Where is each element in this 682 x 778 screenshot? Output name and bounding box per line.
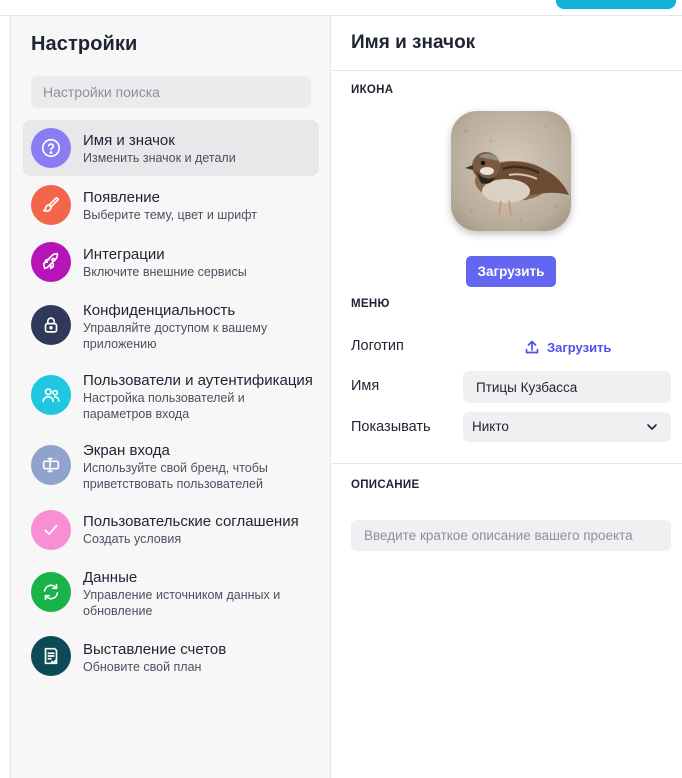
sidebar-item-description: Управление источником данных и обновлени… (83, 588, 281, 618)
sidebar-item-appearance[interactable]: Появление Выберите тему, цвет и шрифт (23, 180, 319, 230)
visibility-select-value: Никто (472, 419, 509, 434)
sidebar-item-label: Имя и значок (83, 132, 175, 149)
sidebar-item-label: Данные (83, 569, 138, 586)
sidebar-item-privacy[interactable]: Конфиденциальность Управляйте доступом к… (23, 294, 319, 358)
name-label: Имя (351, 378, 380, 394)
upload-logo-link[interactable]: Загрузить (524, 337, 611, 357)
name-input[interactable] (463, 371, 671, 403)
sidebar-item-label: Выставление счетов (83, 641, 227, 658)
sidebar-item-name-and-icon[interactable]: Имя и значок Изменить значок и детали (23, 120, 319, 176)
show-label: Показывать (351, 419, 431, 435)
rocket-icon (31, 242, 71, 282)
lock-icon (31, 305, 71, 345)
help-circle-icon (31, 128, 71, 168)
visibility-select[interactable]: Никто (463, 412, 671, 442)
sidebar-item-description: Управляйте доступом к вашему приложению (83, 321, 268, 351)
logo-label: Логотип (351, 338, 404, 354)
sidebar-item-label: Экран входа (83, 442, 170, 459)
paintbrush-icon (31, 185, 71, 225)
sidebar-item-login-screen[interactable]: Экран входа Используйте свой бренд, чтоб… (23, 434, 319, 498)
settings-panel: Имя и значок ИКОНА Загрузить МЕНЮ Логоти… (332, 16, 682, 778)
sidebar-title: Настройки (31, 33, 138, 55)
upload-icon (525, 340, 539, 354)
description-section-heading: ОПИСАНИЕ (351, 479, 420, 491)
sidebar-item-description: Изменить значок и детали (83, 151, 236, 165)
divider (332, 70, 682, 71)
icon-section-heading: ИКОНА (351, 84, 394, 96)
login-screen-icon (31, 445, 71, 485)
invoice-icon (31, 636, 71, 676)
sidebar-item-label: Конфиденциальность (83, 302, 236, 319)
sidebar-item-billing[interactable]: Выставление счетов Обновите свой план (23, 631, 319, 681)
sidebar-item-user-agreements[interactable]: Пользовательские соглашения Создать усло… (23, 505, 319, 555)
sidebar-item-description: Включите внешние сервисы (83, 265, 247, 279)
sidebar-item-description: Настройка пользователей и параметров вхо… (83, 391, 245, 421)
sidebar-item-label: Пользовательские соглашения (83, 513, 299, 530)
description-input[interactable] (351, 520, 671, 551)
sidebar-item-description: Обновите свой план (83, 660, 202, 674)
divider (332, 463, 682, 464)
sidebar-item-label: Появление (83, 189, 160, 206)
upload-icon-button[interactable]: Загрузить (466, 256, 556, 287)
top-bar (0, 0, 682, 16)
top-action-button[interactable] (556, 0, 676, 9)
menu-section-heading: МЕНЮ (351, 298, 390, 310)
users-icon (31, 375, 71, 415)
refresh-icon (31, 572, 71, 612)
settings-sidebar: Настройки Имя и значок Изменить значок и… (11, 16, 331, 778)
sidebar-item-label: Пользователи и аутентификация (83, 372, 313, 389)
sidebar-item-label: Интеграции (83, 246, 165, 263)
left-gutter (0, 16, 11, 778)
sidebar-item-integrations[interactable]: Интеграции Включите внешние сервисы (23, 237, 319, 287)
sidebar-item-description: Используйте свой бренд, чтобы приветство… (83, 461, 268, 491)
checkmark-icon (31, 510, 71, 550)
sidebar-item-description: Создать условия (83, 532, 182, 546)
sidebar-item-data[interactable]: Данные Управление источником данных и об… (23, 561, 319, 625)
chevron-down-icon (647, 424, 657, 430)
sparrow-photo[interactable] (451, 111, 571, 231)
settings-search-input[interactable] (31, 76, 311, 108)
page-title: Имя и значок (351, 32, 476, 53)
upload-logo-label: Загрузить (547, 339, 612, 355)
sidebar-item-description: Выберите тему, цвет и шрифт (83, 208, 257, 222)
sidebar-item-users[interactable]: Пользователи и аутентификация Настройка … (23, 364, 319, 428)
